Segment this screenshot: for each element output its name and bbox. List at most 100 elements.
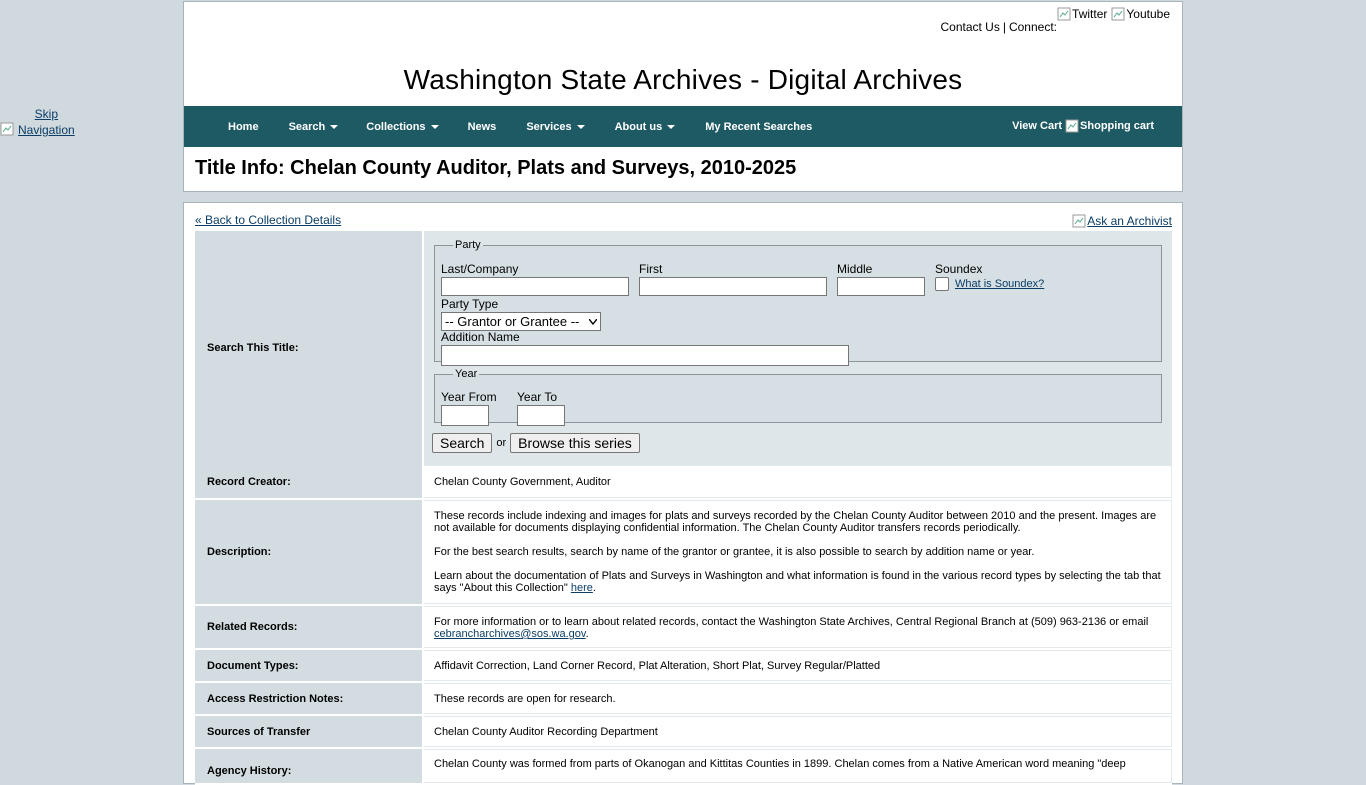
page-title: Title Info: Chelan County Auditor, Plats… xyxy=(195,157,797,179)
youtube-alt-text: Youtube xyxy=(1126,7,1170,21)
search-form: Party Last/Company First Middle Soundex xyxy=(424,231,1172,465)
agency-history-value: Chelan County was formed from parts of O… xyxy=(424,749,1172,783)
twitter-alt-text: Twitter xyxy=(1072,7,1108,21)
top-links: Contact Us | Connect: xyxy=(940,20,1057,34)
about-collection-here-link[interactable]: here xyxy=(571,582,593,594)
nav-home-label: Home xyxy=(228,120,259,133)
social-links: Twitter Youtube xyxy=(1057,7,1170,21)
access-restriction-text: These records are open for research. xyxy=(434,692,616,705)
nav-collections-label: Collections xyxy=(366,120,426,133)
main-nav: Home Search Collections News Services Ab… xyxy=(184,106,1182,147)
description-paragraph-1: These records include indexing and image… xyxy=(434,510,1157,534)
sources-transfer-label: Sources of Transfer xyxy=(195,716,424,747)
shopping-cart-alt-text: Shopping cart xyxy=(1080,120,1154,132)
last-company-input[interactable] xyxy=(441,277,629,296)
party-type-select[interactable]: -- Grantor or Grantee -- xyxy=(441,312,601,331)
twitter-icon xyxy=(1057,7,1071,21)
sources-transfer-row: Sources of Transfer Chelan County Audito… xyxy=(195,716,1172,749)
year-fieldset: Year Year From Year To xyxy=(434,368,1162,426)
sources-transfer-value: Chelan County Auditor Recording Departme… xyxy=(424,716,1172,747)
description-value: These records include indexing and image… xyxy=(424,500,1172,604)
nav-news[interactable]: News xyxy=(468,121,497,133)
view-cart-label: View Cart xyxy=(1012,120,1063,132)
agency-history-label-text: Agency History: xyxy=(207,765,292,777)
caret-down-icon xyxy=(430,124,439,129)
shopping-cart-icon xyxy=(1065,119,1079,133)
search-row: Search This Title: Party Last/Company Fi… xyxy=(195,231,1172,467)
access-restriction-value: These records are open for research. xyxy=(424,683,1172,714)
description-paragraph-2: For the best search results, search by n… xyxy=(434,546,1035,558)
site-title[interactable]: Washington State Archives - Digital Arch… xyxy=(184,64,1182,96)
first-name-input[interactable] xyxy=(639,277,827,296)
description-paragraph-3: Learn about the documentation of Plats a… xyxy=(434,570,1161,594)
party-fieldset: Party Last/Company First Middle Soundex xyxy=(434,239,1162,366)
record-creator-label: Record Creator: xyxy=(195,465,424,498)
nav-collections[interactable]: Collections xyxy=(366,120,439,133)
agency-history-label: Agency History: xyxy=(195,749,424,783)
nav-recent-searches[interactable]: My Recent Searches xyxy=(705,121,812,133)
year-legend: Year xyxy=(455,368,478,380)
document-types-label: Document Types: xyxy=(195,650,424,681)
year-to-label: Year To xyxy=(517,390,558,404)
skip-navigation-link[interactable]: Skip Navigation xyxy=(17,106,75,138)
soundex-checkbox[interactable] xyxy=(935,277,949,291)
separator: | xyxy=(1002,20,1006,34)
document-types-text: Affidavit Correction, Land Corner Record… xyxy=(434,659,881,672)
last-company-label: Last/Company xyxy=(441,262,519,276)
access-restriction-label: Access Restriction Notes: xyxy=(195,683,424,714)
nav-search-label: Search xyxy=(288,120,326,133)
nav-services-label: Services xyxy=(526,120,572,133)
main-content: « Back to Collection Details Ask an Arch… xyxy=(183,202,1183,785)
search-button[interactable]: Search xyxy=(432,433,493,453)
connect-label: Connect: xyxy=(1008,20,1057,34)
year-to-input[interactable] xyxy=(517,405,565,426)
nav-about-us[interactable]: About us xyxy=(615,121,676,133)
description-paragraph-3-text: Learn about the documentation of Plats a… xyxy=(434,570,1161,594)
contact-us-link[interactable]: Contact Us xyxy=(940,20,999,34)
addition-name-input[interactable] xyxy=(441,345,849,366)
year-from-input[interactable] xyxy=(441,405,489,426)
year-from-label: Year From xyxy=(441,390,497,404)
related-records-label: Related Records: xyxy=(195,606,424,648)
record-creator-row: Record Creator: Chelan County Government… xyxy=(195,465,1172,500)
party-legend: Party xyxy=(455,239,481,251)
broken-image-icon xyxy=(0,122,14,136)
description-row: Description: These records include index… xyxy=(195,500,1172,606)
ask-archivist-text[interactable]: Ask an Archivist xyxy=(1087,214,1172,228)
related-records-value: For more information or to learn about r… xyxy=(424,606,1172,648)
record-creator-text: Chelan County Government, Auditor xyxy=(434,475,611,488)
site-header: Contact Us | Connect: Twitter Youtube Wash… xyxy=(183,1,1183,192)
ask-archivist-link[interactable]: Ask an Archivist xyxy=(1071,213,1172,229)
caret-down-icon xyxy=(576,124,585,129)
browse-series-button[interactable]: Browse this series xyxy=(510,433,640,453)
what-is-soundex-link[interactable]: What is Soundex? xyxy=(955,278,1044,290)
middle-name-label: Middle xyxy=(837,262,873,276)
related-records-text: For more information or to learn about r… xyxy=(434,616,1149,628)
twitter-link[interactable]: Twitter xyxy=(1057,7,1107,21)
search-title-label: Search This Title: xyxy=(195,231,424,465)
chevron-down-icon xyxy=(589,318,597,325)
first-name-label: First xyxy=(639,262,663,276)
party-type-value: -- Grantor or Grantee -- xyxy=(445,314,580,329)
agency-history-row: Agency History: Chelan County was formed… xyxy=(195,749,1172,785)
description-label: Description: xyxy=(195,500,424,604)
nav-about-label: About us xyxy=(614,120,663,133)
access-restriction-row: Access Restriction Notes: These records … xyxy=(195,683,1172,716)
youtube-icon xyxy=(1111,7,1125,21)
youtube-link[interactable]: Youtube xyxy=(1111,7,1170,21)
nav-news-label: News xyxy=(467,120,497,133)
middle-name-input[interactable] xyxy=(837,277,925,296)
sources-transfer-text: Chelan County Auditor Recording Departme… xyxy=(434,725,658,738)
view-cart-link[interactable]: View Cart Shopping cart xyxy=(1012,119,1154,133)
record-creator-value: Chelan County Government, Auditor xyxy=(424,465,1172,498)
skip-navigation[interactable]: Skip Navigation xyxy=(0,106,75,138)
soundex-label: Soundex xyxy=(935,262,983,276)
nav-services[interactable]: Services xyxy=(526,120,585,133)
nav-search[interactable]: Search xyxy=(289,121,339,133)
party-type-label: Party Type xyxy=(441,297,499,311)
back-to-collection-link[interactable]: « Back to Collection Details xyxy=(195,213,341,227)
branch-email-link[interactable]: cebrancharchives@sos.wa.gov xyxy=(434,628,586,640)
ask-archivist-icon xyxy=(1071,213,1087,229)
nav-home[interactable]: Home xyxy=(228,121,259,133)
caret-down-icon xyxy=(330,124,339,129)
